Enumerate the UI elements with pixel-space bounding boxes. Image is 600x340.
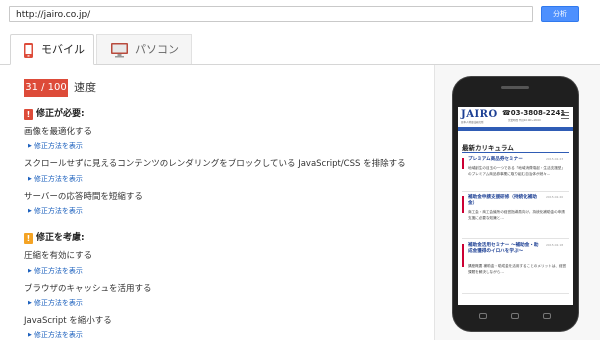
show-fix-link-label: 修正方法を表示: [33, 207, 83, 215]
mobile-preview-panel: JAIRO 日本人材育成研究所 ☎03-3808-2241 営業時間 平日10:…: [435, 65, 600, 340]
tab-mobile-label: モバイル: [41, 43, 85, 56]
tab-desktop-label: パソコン: [135, 43, 179, 56]
site-logo-subtitle: 日本人材育成研究所: [461, 121, 484, 124]
card-title: 補助金活用セミナー 〜補助金・助成金獲得のイロハを学ぶ〜: [468, 243, 539, 254]
issue-title: ブラウザのキャッシュを活用する: [24, 284, 152, 294]
analyze-button[interactable]: 分析: [541, 6, 579, 22]
site-hours: 営業時間 平日10:00〜18:00: [508, 119, 541, 122]
show-fix-link-label: 修正方法を表示: [33, 267, 83, 275]
must-fix-title: 修正が必要:: [36, 109, 85, 119]
curriculum-title: 最新カリキュラム: [462, 144, 514, 152]
desktop-monitor-icon: [111, 43, 128, 58]
card-title: 補助金申請支援研修（持続化補助金）: [468, 195, 537, 206]
curriculum-card: 補助金申請支援研修（持続化補助金） 2015.02.20 商工会・商工会議所の経…: [462, 195, 569, 239]
phone-frame: JAIRO 日本人材育成研究所 ☎03-3808-2241 営業時間 平日10:…: [453, 77, 578, 331]
triangle-right-icon: ▶: [28, 268, 32, 274]
show-fix-link[interactable]: ▶ 修正方法を表示: [28, 141, 83, 151]
card-date: 2015.02.23: [546, 157, 564, 161]
url-input[interactable]: http://jairo.co.jp/: [9, 6, 533, 22]
issue-title: スクロールせずに見えるコンテンツのレンダリングをブロックしている JavaScr…: [24, 159, 406, 169]
show-fix-link[interactable]: ▶ 修正方法を表示: [28, 174, 83, 184]
show-fix-link-label: 修正方法を表示: [33, 175, 83, 183]
mobile-phone-icon: [24, 43, 33, 58]
curriculum-divider: [462, 152, 569, 153]
issue-title: 圧縮を有効にする: [24, 251, 93, 261]
phone-recent-button: [543, 313, 551, 319]
show-fix-link-label: 修正方法を表示: [33, 331, 83, 339]
card-date: 2015.02.20: [546, 195, 564, 199]
score-badge: 31 / 100: [24, 79, 68, 97]
must-fix-heading: ! 修正が必要:: [24, 107, 85, 121]
site-nav-strip: [458, 127, 573, 131]
site-phone-number: ☎03-3808-2241: [502, 109, 566, 117]
show-fix-link-label: 修正方法を表示: [33, 142, 83, 150]
show-fix-link[interactable]: ▶ 修正方法を表示: [28, 206, 83, 216]
phone-speaker: [501, 86, 529, 89]
issue-title: サーバーの応答時間を短縮する: [24, 192, 143, 202]
card-body: 講座概要 補助金・助成金を活用することのメリットは、経営課題を解決しながら…: [468, 264, 567, 274]
tab-desktop[interactable]: パソコン: [96, 34, 192, 64]
tab-mobile[interactable]: モバイル: [10, 34, 94, 65]
triangle-right-icon: ▶: [28, 208, 32, 214]
curriculum-card: 補助金活用セミナー 〜補助金・助成金獲得のイロハを学ぶ〜 2015.02.18 …: [462, 243, 569, 294]
phone-back-button: [479, 313, 487, 319]
card-date: 2015.02.18: [546, 243, 564, 247]
triangle-right-icon: ▶: [28, 176, 32, 182]
phone-home-button: [511, 313, 519, 319]
show-fix-link[interactable]: ▶ 修正方法を表示: [28, 330, 83, 340]
consider-fixing-title: 修正を考慮:: [36, 233, 85, 243]
url-bar: http://jairo.co.jp/ 分析: [0, 0, 600, 30]
card-accent: [462, 196, 464, 213]
show-fix-link[interactable]: ▶ 修正方法を表示: [28, 266, 83, 276]
card-accent: [462, 244, 464, 267]
issue-title: 画像を最適化する: [24, 127, 93, 137]
score-label: 速度: [74, 81, 96, 94]
site-header: JAIRO 日本人材育成研究所 ☎03-3808-2241 営業時間 平日10:…: [458, 107, 573, 127]
card-title: プレミアム商品券セミナー: [468, 157, 523, 162]
phone-screen: JAIRO 日本人材育成研究所 ☎03-3808-2241 営業時間 平日10:…: [458, 107, 573, 305]
issue-title: JavaScript を縮小する: [24, 316, 112, 326]
device-tabs: モバイル パソコン: [0, 34, 600, 65]
card-body: 地域創生の目玉の一つである「地域消費喚起・生活支援型」のプレミアム商品券事業に取…: [468, 166, 565, 176]
card-body: 商工会・商工会議所の経営指導員向け。持続化補助金の申請支援に必要な知識と…: [468, 210, 565, 220]
warning-orange-icon: !: [24, 233, 33, 244]
triangle-right-icon: ▶: [28, 332, 32, 338]
show-fix-link-label: 修正方法を表示: [33, 299, 83, 307]
triangle-right-icon: ▶: [28, 143, 32, 149]
triangle-right-icon: ▶: [28, 300, 32, 306]
show-fix-link[interactable]: ▶ 修正方法を表示: [28, 298, 83, 308]
warning-red-icon: !: [24, 109, 33, 120]
curriculum-card: プレミアム商品券セミナー 2015.02.23 地域創生の目玉の一つである「地域…: [462, 157, 569, 192]
card-accent: [462, 158, 464, 169]
site-logo: JAIRO: [461, 109, 498, 120]
hamburger-menu-icon: [561, 112, 569, 120]
report-panel: 31 / 100 速度 ! 修正が必要: 画像を最適化する ▶ 修正方法を表示 スク…: [0, 65, 432, 340]
consider-fixing-heading: ! 修正を考慮:: [24, 231, 85, 245]
